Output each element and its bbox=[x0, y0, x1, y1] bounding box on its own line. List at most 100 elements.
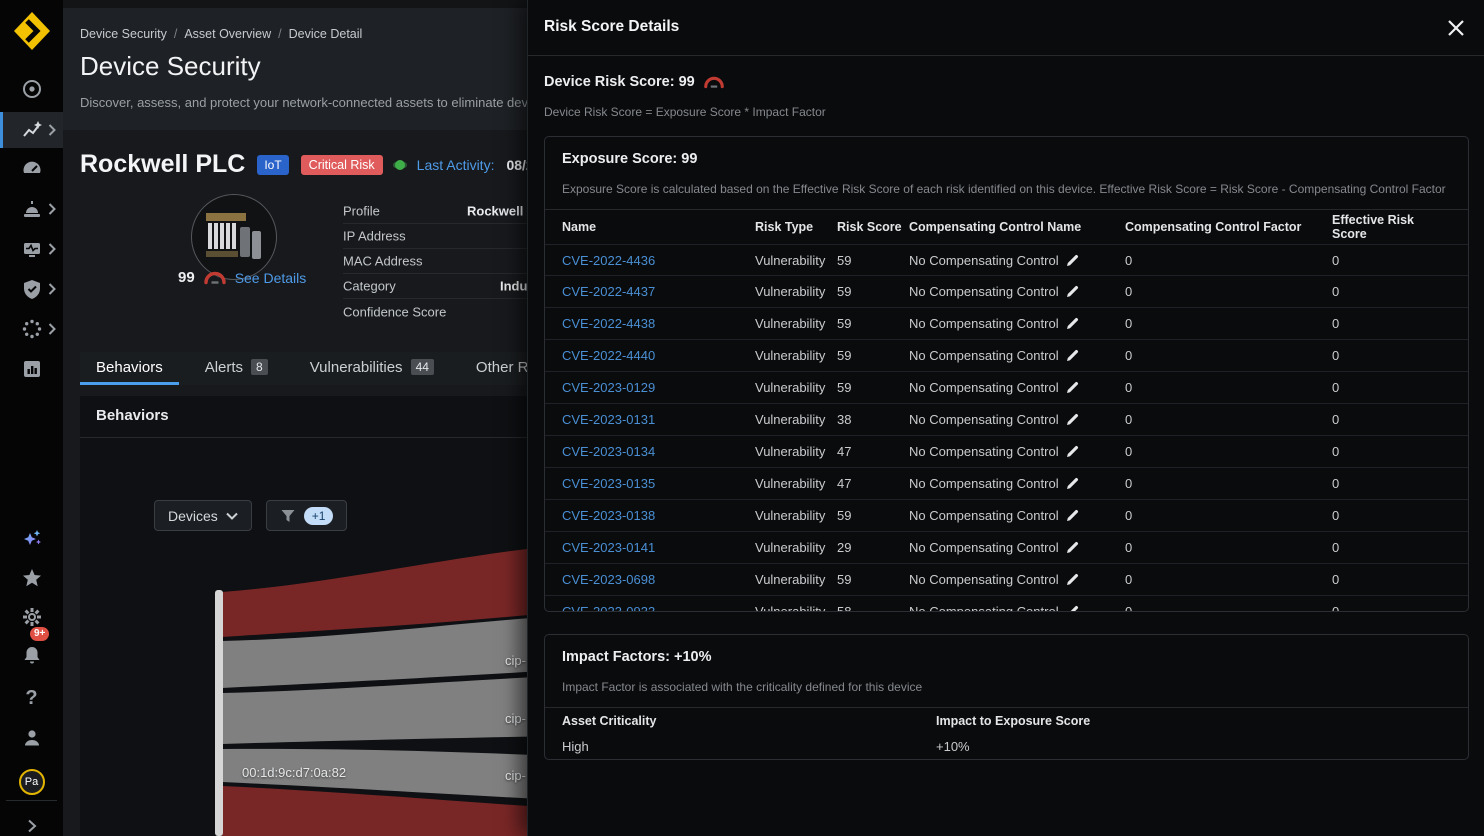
sidebar-item-processing[interactable] bbox=[0, 309, 63, 349]
help-icon: ? bbox=[25, 687, 37, 710]
tab-alerts[interactable]: Alerts8 bbox=[189, 352, 284, 385]
sidebar-item-notifications[interactable]: 9+ bbox=[0, 635, 63, 675]
sankey-node-label: 00:1d:9c:d7:0a:82 bbox=[242, 765, 346, 780]
cell-risk-score: 59 bbox=[837, 380, 909, 395]
cell-control-factor: 0 bbox=[1125, 316, 1332, 331]
close-button[interactable] bbox=[1446, 18, 1466, 38]
cell-name: CVE-2022-4438 bbox=[562, 316, 755, 331]
control-name-text: No Compensating Control bbox=[909, 508, 1059, 523]
cell-control-factor: 0 bbox=[1125, 284, 1332, 299]
impact-column-header: Asset Criticality bbox=[562, 714, 936, 728]
see-details-link[interactable]: See Details bbox=[235, 270, 307, 286]
sidebar-item-help[interactable]: ? bbox=[0, 678, 63, 718]
control-name-text: No Compensating Control bbox=[909, 253, 1059, 268]
edit-pencil-icon[interactable] bbox=[1066, 509, 1079, 522]
edit-pencil-icon[interactable] bbox=[1066, 254, 1079, 267]
cell-risk-type: Vulnerability bbox=[755, 253, 837, 268]
edit-pencil-icon[interactable] bbox=[1066, 381, 1079, 394]
cell-effective-score: 0 bbox=[1332, 540, 1451, 555]
cve-link[interactable]: CVE-2023-0141 bbox=[562, 540, 655, 555]
cve-link[interactable]: CVE-2023-0933 bbox=[562, 604, 655, 611]
tab-behaviors[interactable]: Behaviors bbox=[80, 352, 179, 385]
sidebar-item-compliance[interactable] bbox=[0, 269, 63, 309]
cve-link[interactable]: CVE-2022-4436 bbox=[562, 253, 655, 268]
sidebar-item-reports[interactable] bbox=[0, 349, 63, 389]
exposure-table-row: CVE-2023-0131Vulnerability38No Compensat… bbox=[545, 404, 1468, 436]
cell-control-name: No Compensating Control bbox=[909, 572, 1125, 587]
radar-icon bbox=[21, 78, 43, 100]
control-name-text: No Compensating Control bbox=[909, 604, 1059, 611]
modal-header: Risk Score Details bbox=[528, 0, 1484, 56]
sidebar-item-alerts[interactable] bbox=[0, 189, 63, 229]
cell-control-name: No Compensating Control bbox=[909, 348, 1125, 363]
edit-pencil-icon[interactable] bbox=[1066, 573, 1079, 586]
field-label: IP Address bbox=[343, 229, 406, 244]
exposure-table-row: CVE-2023-0698Vulnerability59No Compensat… bbox=[545, 564, 1468, 596]
breadcrumb-item[interactable]: Device Detail bbox=[289, 27, 363, 41]
breadcrumb-item[interactable]: Device Security bbox=[80, 27, 167, 41]
device-name: Rockwell PLC bbox=[80, 150, 245, 179]
sidebar-item-overview[interactable] bbox=[0, 69, 63, 109]
cve-link[interactable]: CVE-2022-4438 bbox=[562, 316, 655, 331]
sidebar-item-favorites[interactable] bbox=[0, 558, 63, 598]
cve-link[interactable]: CVE-2022-4437 bbox=[562, 284, 655, 299]
star-icon bbox=[21, 567, 43, 589]
edit-pencil-icon[interactable] bbox=[1066, 477, 1079, 490]
impact-factors-section: Impact Factors: +10% Impact Factor is as… bbox=[544, 634, 1469, 760]
report-bars-icon bbox=[21, 358, 43, 380]
cve-link[interactable]: CVE-2023-0135 bbox=[562, 476, 655, 491]
tab-label: Vulnerabilities bbox=[310, 359, 403, 376]
edit-pencil-icon[interactable] bbox=[1066, 349, 1079, 362]
sidebar: 9+ ? Pa bbox=[0, 0, 63, 836]
exposure-table-row: CVE-2023-0141Vulnerability29No Compensat… bbox=[545, 532, 1468, 564]
cve-link[interactable]: CVE-2023-0698 bbox=[562, 572, 655, 587]
user-icon bbox=[21, 727, 43, 749]
cell-control-factor: 0 bbox=[1125, 604, 1332, 611]
tab-label: Alerts bbox=[205, 359, 243, 376]
sidebar-item-ai-assistant[interactable] bbox=[0, 519, 63, 559]
cve-link[interactable]: CVE-2023-0131 bbox=[562, 412, 655, 427]
cell-effective-score: 0 bbox=[1332, 412, 1451, 427]
control-name-text: No Compensating Control bbox=[909, 572, 1059, 587]
cell-control-name: No Compensating Control bbox=[909, 412, 1125, 427]
cve-link[interactable]: CVE-2023-0134 bbox=[562, 444, 655, 459]
exposure-table-body[interactable]: CVE-2022-4436Vulnerability59No Compensat… bbox=[545, 244, 1468, 611]
sidebar-item-dashboard[interactable] bbox=[0, 149, 63, 189]
cve-link[interactable]: CVE-2022-4440 bbox=[562, 348, 655, 363]
sidebar-item-account[interactable]: Pa bbox=[0, 762, 63, 802]
last-activity-label: Last Activity: bbox=[417, 157, 495, 173]
cve-link[interactable]: CVE-2023-0138 bbox=[562, 508, 655, 523]
edit-pencil-icon[interactable] bbox=[1066, 541, 1079, 554]
cell-control-name: No Compensating Control bbox=[909, 380, 1125, 395]
exposure-column-header: Compensating Control Factor bbox=[1125, 220, 1332, 234]
cell-name: CVE-2022-4437 bbox=[562, 284, 755, 299]
sidebar-expand-button[interactable] bbox=[0, 806, 63, 836]
sidebar-item-device-security[interactable] bbox=[0, 112, 63, 148]
tab-vulnerabilities[interactable]: Vulnerabilities 44 bbox=[294, 352, 450, 385]
sankey-node[interactable] bbox=[215, 590, 223, 836]
field-label: Profile bbox=[343, 204, 380, 219]
cell-effective-score: 0 bbox=[1332, 604, 1451, 611]
edit-pencil-icon[interactable] bbox=[1066, 605, 1079, 611]
cell-risk-score: 38 bbox=[837, 412, 909, 427]
device-risk-score: 99 bbox=[178, 269, 195, 286]
palo-alto-logo-icon[interactable] bbox=[12, 10, 52, 52]
exposure-table-row: CVE-2022-4440Vulnerability59No Compensat… bbox=[545, 340, 1468, 372]
avatar: Pa bbox=[19, 769, 45, 795]
cve-link[interactable]: CVE-2023-0129 bbox=[562, 380, 655, 395]
breadcrumb-item[interactable]: Asset Overview bbox=[184, 27, 271, 41]
sidebar-item-user[interactable] bbox=[0, 718, 63, 758]
cell-control-name: No Compensating Control bbox=[909, 284, 1125, 299]
cell-control-factor: 0 bbox=[1125, 253, 1332, 268]
sidebar-item-monitoring[interactable] bbox=[0, 229, 63, 269]
edit-pencil-icon[interactable] bbox=[1066, 317, 1079, 330]
cell-name: CVE-2023-0141 bbox=[562, 540, 755, 555]
sankey-flow-gray-2[interactable] bbox=[222, 676, 560, 744]
asset-criticality-value: High bbox=[562, 739, 936, 754]
edit-pencil-icon[interactable] bbox=[1066, 413, 1079, 426]
edit-pencil-icon[interactable] bbox=[1066, 285, 1079, 298]
tab-count-badge: 44 bbox=[411, 359, 434, 375]
edit-pencil-icon[interactable] bbox=[1066, 445, 1079, 458]
modal-title: Risk Score Details bbox=[544, 18, 679, 36]
gear-icon bbox=[21, 606, 43, 628]
